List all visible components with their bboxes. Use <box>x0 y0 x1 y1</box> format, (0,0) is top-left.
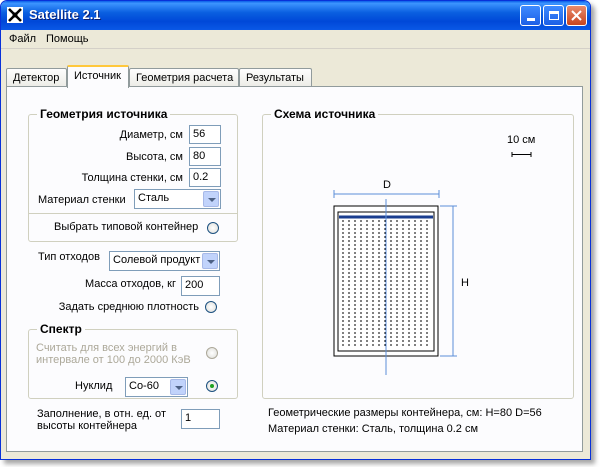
close-button[interactable] <box>566 5 587 26</box>
chevron-down-icon[interactable] <box>202 253 218 269</box>
minimize-icon <box>526 17 535 21</box>
d-label: D <box>383 179 391 191</box>
waste-mass-label: Масса отходов, кг <box>84 278 176 290</box>
minimize-button[interactable] <box>520 5 541 26</box>
fill-label-line2: высоты контейнера <box>37 420 137 432</box>
height-label: Высота, см <box>126 151 183 163</box>
height-input[interactable]: 80 <box>189 147 221 166</box>
fill-label-line1: Заполнение, в отн. ед. от <box>37 408 166 420</box>
waste-type-select[interactable]: Солевой продукт <box>109 251 220 271</box>
source-geometry-group: Геометрия источника Диаметр, см 56 Высот… <box>28 107 238 242</box>
wall-material-select[interactable]: Сталь <box>134 189 221 209</box>
avg-density-label: Задать среднюю плотность <box>58 301 199 313</box>
tab-source[interactable]: Источник <box>67 65 129 88</box>
nuclide-select[interactable]: Co-60 <box>125 377 188 397</box>
all-energies-label-line2: интервале от 100 до 2000 КэВ <box>36 354 191 366</box>
maximize-icon <box>548 11 559 20</box>
close-icon <box>571 10 582 21</box>
spectrum-title: Спектр <box>37 322 85 336</box>
fill-input[interactable]: 1 <box>181 409 220 429</box>
schema-title: Схема источника <box>271 107 379 121</box>
menu-bar: Файл Помощь <box>1 30 590 49</box>
h-label: H <box>461 277 469 289</box>
waste-type-value: Солевой продукт <box>113 254 201 266</box>
all-energies-label-line1: Считать для всех энергий в <box>36 342 177 354</box>
source-tab-panel: Геометрия источника Диаметр, см 56 Высот… <box>6 86 583 452</box>
avg-density-radio[interactable] <box>205 301 217 313</box>
tab-detector[interactable]: Детектор <box>6 68 67 87</box>
wall-material-value: Сталь <box>138 192 170 204</box>
schema-info-line1: Геометрические размеры контейнера, см: H… <box>268 407 542 419</box>
scale-label: 10 см <box>507 134 536 146</box>
wall-thickness-input[interactable]: 0.2 <box>189 168 221 187</box>
waste-mass-input[interactable]: 200 <box>181 276 220 296</box>
typical-container-label: Выбрать типовой контейнер <box>54 221 199 233</box>
tab-calc-geometry[interactable]: Геометрия расчета <box>129 68 239 87</box>
menu-file[interactable]: Файл <box>9 33 36 45</box>
chevron-down-icon[interactable] <box>203 191 219 207</box>
group-divider <box>29 213 237 214</box>
satellite-app-icon <box>7 7 23 23</box>
spectrum-group: Спектр Считать для всех энергий в интерв… <box>28 322 238 399</box>
schema-info-line2: Материал стенки: Сталь, толщина 0.2 см <box>268 423 479 435</box>
diameter-label: Диаметр, см <box>119 129 183 141</box>
source-geometry-title: Геометрия источника <box>37 107 171 121</box>
container-diagram: D H <box>333 179 469 375</box>
nuclide-label: Нуклид <box>75 380 113 392</box>
app-window: Satellite 2.1 Файл Помощь Детектор Источ… <box>0 0 591 460</box>
schema-group: Схема источника 10 см D H <box>262 107 574 399</box>
window-title: Satellite 2.1 <box>29 7 101 22</box>
chevron-down-icon[interactable] <box>170 379 186 395</box>
tab-strip: Детектор Источник Геометрия расчета Резу… <box>1 65 590 88</box>
nuclide-radio[interactable] <box>206 380 218 392</box>
wall-material-label: Материал стенки <box>38 194 126 206</box>
all-energies-radio[interactable] <box>206 347 218 359</box>
nuclide-value: Co-60 <box>129 380 159 392</box>
typical-container-radio[interactable] <box>207 222 219 234</box>
wall-thickness-label: Толщина стенки, см <box>81 172 183 184</box>
scale-bar <box>511 152 532 157</box>
maximize-button[interactable] <box>543 5 564 26</box>
tab-results[interactable]: Результаты <box>239 68 312 87</box>
waste-type-label: Тип отходов <box>38 251 100 263</box>
menu-help[interactable]: Помощь <box>46 33 89 45</box>
title-bar[interactable]: Satellite 2.1 <box>1 1 590 30</box>
diameter-input[interactable]: 56 <box>189 125 221 144</box>
